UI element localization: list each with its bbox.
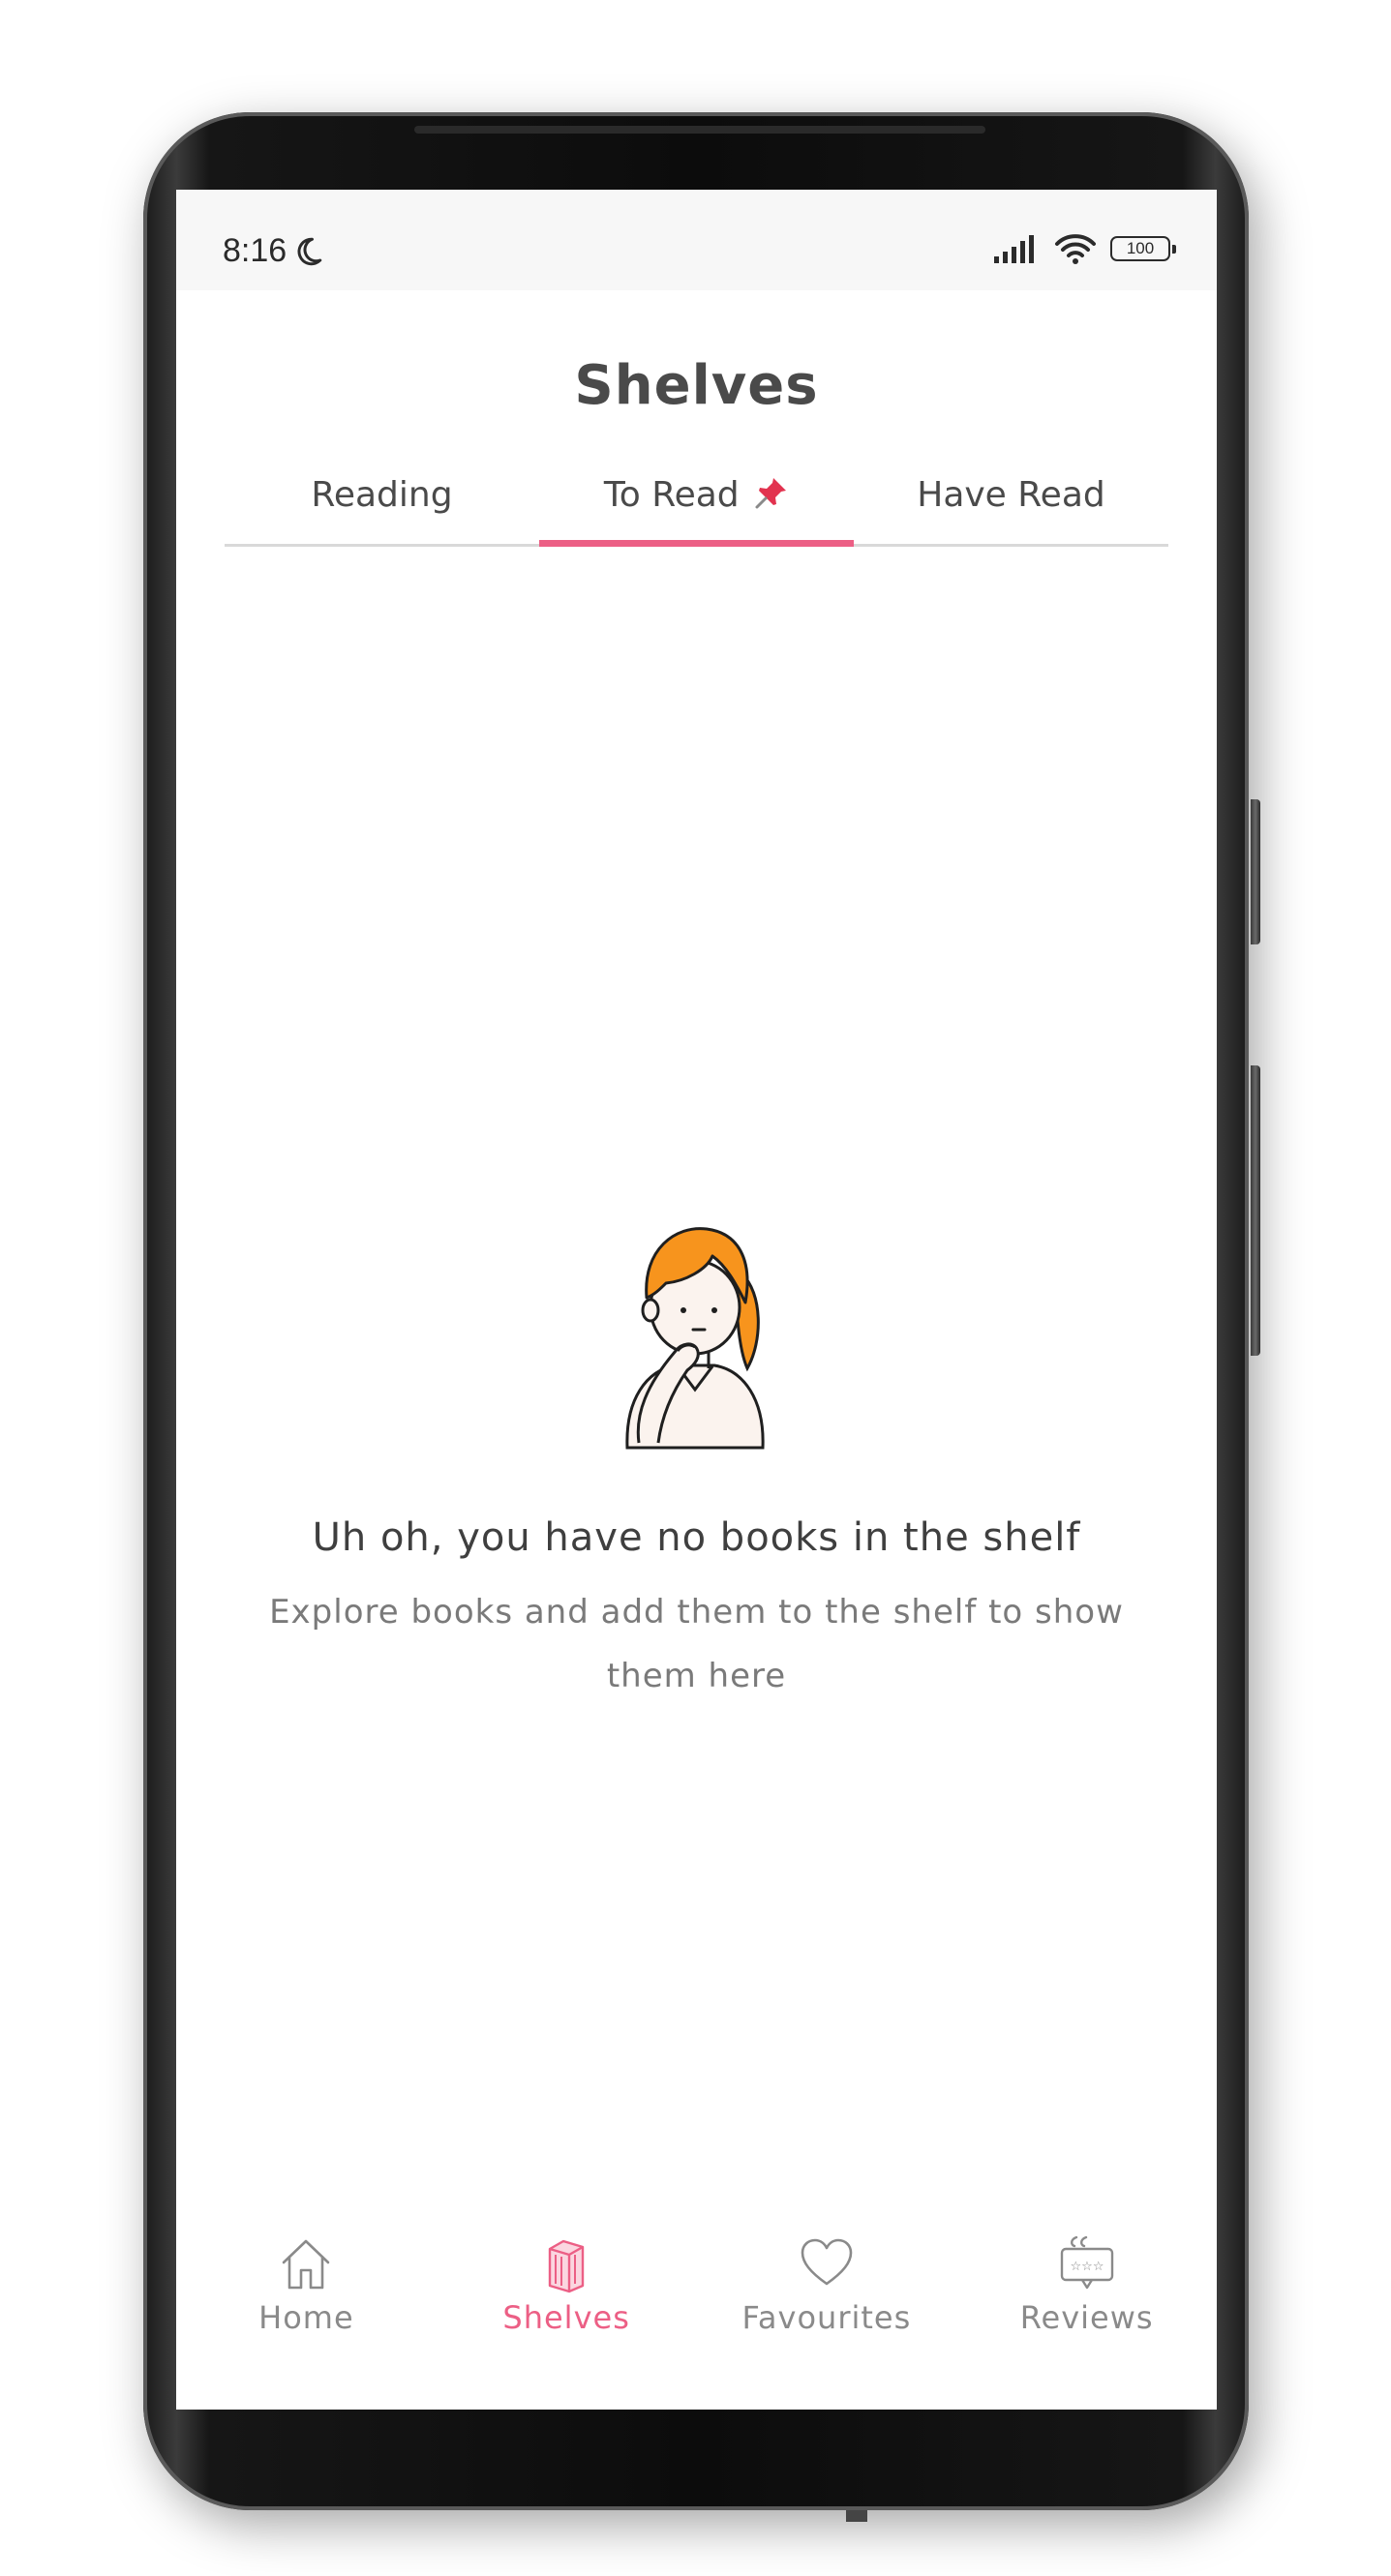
stage: 8:16 100 Shelves Reading To Read Have Re… bbox=[0, 0, 1391, 2576]
bookshelf-icon bbox=[548, 2239, 585, 2293]
empty-state-subtitle: Explore books and add them to the shelf … bbox=[269, 1593, 1124, 1695]
svg-text:☆☆☆: ☆☆☆ bbox=[1070, 2260, 1104, 2274]
tab-to-read-label: To Read bbox=[603, 475, 740, 515]
tab-reading-label: Reading bbox=[311, 475, 453, 515]
pushpin-icon bbox=[754, 461, 789, 530]
volume-button bbox=[1251, 1065, 1260, 1356]
power-button bbox=[1251, 799, 1260, 944]
signal-icon bbox=[994, 235, 1034, 263]
bottom-nav: Home Shelves Favourites ☆☆☆ Reviews bbox=[176, 2233, 1217, 2408]
tab-to-read[interactable]: To Read bbox=[539, 461, 854, 547]
nav-item-shelves[interactable]: Shelves bbox=[437, 2233, 697, 2408]
nav-label-reviews: Reviews bbox=[1019, 2299, 1154, 2336]
nav-label-shelves: Shelves bbox=[502, 2299, 630, 2336]
bottom-notch bbox=[846, 2510, 867, 2522]
battery-level: 100 bbox=[1126, 239, 1155, 257]
status-time: 8:16 bbox=[223, 232, 325, 270]
status-bar: 8:16 100 bbox=[176, 190, 1217, 290]
wifi-icon bbox=[1055, 234, 1096, 264]
nav-label-home: Home bbox=[258, 2299, 354, 2336]
page-title: Shelves bbox=[574, 354, 819, 417]
app-screen: 8:16 100 Shelves Reading To Read Have Re… bbox=[176, 190, 1217, 2410]
nav-item-favourites[interactable]: Favourites bbox=[697, 2233, 957, 2408]
tab-have-read[interactable]: Have Read bbox=[854, 461, 1168, 544]
heart-icon bbox=[801, 2238, 853, 2286]
battery-icon: 100 bbox=[1110, 236, 1176, 261]
home-icon bbox=[283, 2239, 330, 2290]
thinking-girl-illustration bbox=[625, 1227, 765, 1450]
nav-label-favourites: Favourites bbox=[741, 2299, 912, 2336]
reviews-icon: ☆☆☆ bbox=[1060, 2235, 1113, 2290]
empty-state-title: Uh oh, you have no books in the shelf bbox=[312, 1515, 1081, 1560]
tab-reading[interactable]: Reading bbox=[225, 461, 539, 544]
moon-icon bbox=[297, 237, 322, 265]
status-time-text: 8:16 bbox=[223, 232, 287, 269]
status-icons: 100 bbox=[992, 232, 1176, 265]
nav-item-reviews[interactable]: ☆☆☆ Reviews bbox=[956, 2233, 1217, 2408]
nav-item-home[interactable]: Home bbox=[176, 2233, 437, 2408]
shelf-tabs: Reading To Read Have Read bbox=[225, 461, 1168, 547]
tab-have-read-label: Have Read bbox=[917, 475, 1105, 515]
earpiece-slit bbox=[414, 126, 985, 134]
